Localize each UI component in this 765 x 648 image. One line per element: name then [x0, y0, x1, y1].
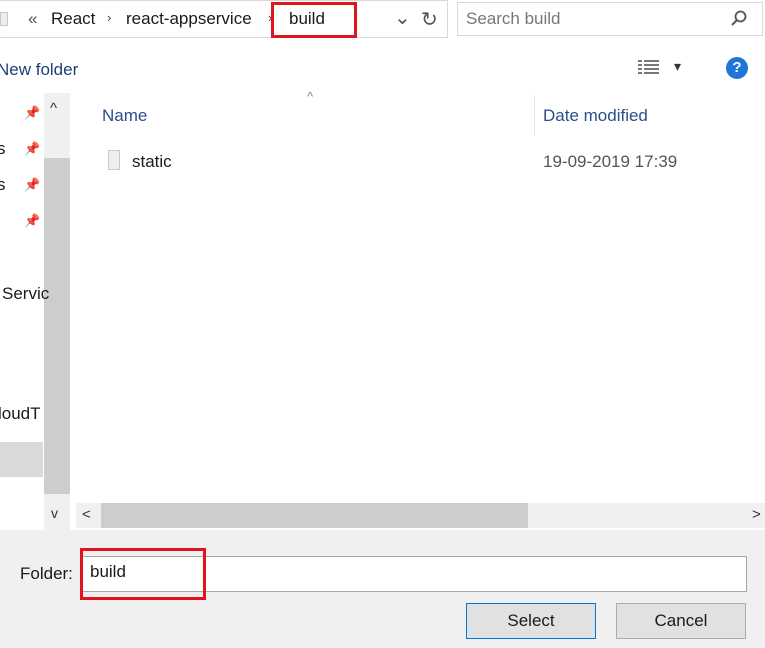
search-icon: [731, 10, 747, 26]
nav-scroll-up-icon[interactable]: ^: [50, 100, 57, 117]
view-dropdown-icon[interactable]: ▾: [674, 58, 681, 75]
file-icon: [108, 150, 120, 170]
highlight-box-folder: [80, 548, 206, 600]
pin-icon: 📌: [24, 177, 41, 192]
breadcrumb-react-appservice[interactable]: react-appservice: [126, 9, 252, 29]
select-button[interactable]: Select: [466, 603, 596, 639]
file-name[interactable]: static: [132, 152, 172, 172]
nav-item-cloud[interactable]: loudT: [0, 404, 41, 424]
sort-ascending-icon: ^: [307, 89, 314, 104]
address-dropdown-icon[interactable]: ⌄: [394, 5, 411, 30]
nav-item-partial[interactable]: s: [0, 139, 6, 159]
pin-icon: 📌: [24, 213, 41, 228]
refresh-icon[interactable]: ↻: [421, 7, 438, 32]
new-folder-button[interactable]: New folder: [0, 60, 78, 80]
nav-scroll-down-icon[interactable]: v: [51, 505, 58, 521]
help-icon[interactable]: ?: [726, 57, 748, 79]
column-header-name[interactable]: Name: [102, 106, 147, 126]
scroll-right-icon[interactable]: >: [752, 506, 761, 523]
chevron-right-icon[interactable]: ›: [107, 10, 111, 25]
nav-item-services[interactable]: Servic: [2, 284, 49, 304]
view-list-icon[interactable]: [638, 60, 660, 74]
file-date-modified[interactable]: 19-09-2019 17:39: [543, 152, 677, 172]
nav-item-partial[interactable]: s: [0, 175, 6, 195]
pin-icon: 📌: [24, 141, 41, 156]
folder-label: Folder:: [20, 564, 73, 583]
column-header-date-modified[interactable]: Date modified: [543, 106, 648, 126]
horizontal-scrollbar-thumb[interactable]: [101, 503, 528, 528]
folder-location-icon: [0, 12, 8, 26]
cancel-button[interactable]: Cancel: [616, 603, 746, 639]
column-divider[interactable]: [534, 95, 535, 135]
breadcrumb-build[interactable]: build: [289, 9, 325, 29]
nav-selected-item[interactable]: [0, 442, 43, 477]
scroll-left-icon[interactable]: <: [82, 506, 91, 523]
search-input[interactable]: Search build: [466, 9, 561, 29]
pin-icon: 📌: [24, 105, 41, 120]
breadcrumb-overflow[interactable]: «: [28, 9, 37, 29]
breadcrumb-react[interactable]: React: [51, 9, 95, 29]
nav-scrollbar-thumb[interactable]: [44, 158, 70, 494]
